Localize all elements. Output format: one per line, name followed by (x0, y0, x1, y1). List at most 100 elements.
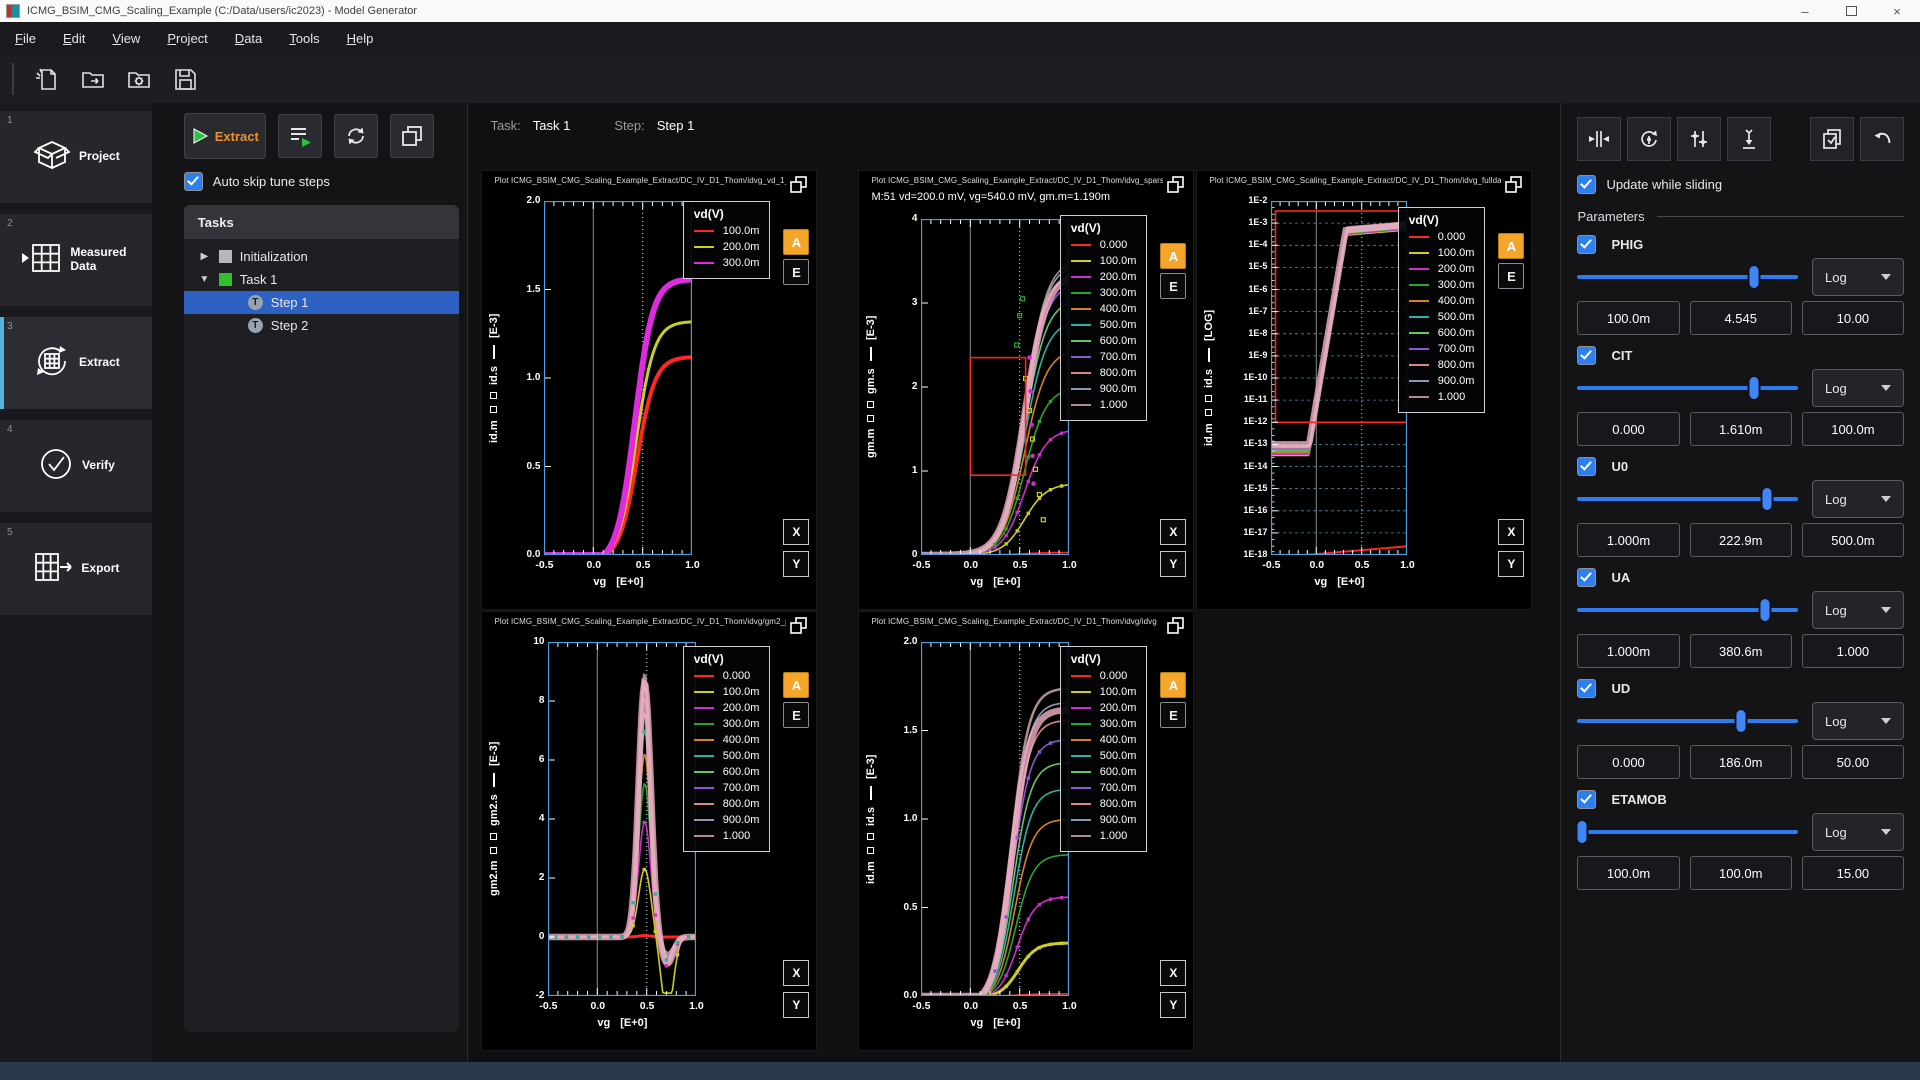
param-value-field[interactable]: 4.545 (1690, 301, 1792, 335)
open-project-button[interactable] (76, 62, 110, 96)
expand-plot-button[interactable] (1166, 175, 1188, 197)
edit-scale-button[interactable]: E (783, 259, 809, 285)
param-slider-ud[interactable] (1577, 708, 1798, 734)
param-max-field[interactable]: 100.0m (1802, 412, 1904, 446)
y-axis-button[interactable]: Y (783, 551, 809, 577)
auto-skip-row[interactable]: Auto skip tune steps (184, 172, 460, 191)
log-scale-select[interactable]: Log (1812, 480, 1904, 518)
slider-handle[interactable] (1758, 597, 1771, 623)
tree-item-step-2[interactable]: TStep 2 (184, 314, 460, 337)
expand-plot-button[interactable] (1166, 616, 1188, 638)
param-max-field[interactable]: 1.000 (1802, 634, 1904, 668)
log-scale-select[interactable]: Log (1812, 813, 1904, 851)
auto-scale-button[interactable]: A (1498, 233, 1524, 259)
sidebar-item-extract[interactable]: 3Extract (0, 317, 152, 409)
y-axis-button[interactable]: Y (1160, 992, 1186, 1018)
slider-handle[interactable] (1575, 819, 1588, 845)
x-axis-button[interactable]: X (1160, 519, 1186, 545)
slider-handle[interactable] (1747, 264, 1760, 290)
update-while-sliding-checkbox[interactable] (1577, 175, 1596, 194)
tree-item-step-1[interactable]: TStep 1 (184, 291, 460, 314)
project-settings-button[interactable] (122, 62, 156, 96)
edit-scale-button[interactable]: E (1160, 273, 1186, 299)
param-checkbox-u0[interactable] (1577, 457, 1596, 476)
new-file-button[interactable] (30, 62, 64, 96)
auto-scale-button[interactable]: A (783, 229, 809, 255)
slider-handle[interactable] (1761, 486, 1774, 512)
y-axis-button[interactable]: Y (1160, 551, 1186, 577)
sidebar-item-export[interactable]: 5Export (0, 523, 152, 615)
param-max-field[interactable]: 50.00 (1802, 745, 1904, 779)
param-value-field[interactable]: 222.9m (1690, 523, 1792, 557)
y-axis-button[interactable]: Y (783, 992, 809, 1018)
plot-canvas[interactable] (1271, 201, 1407, 555)
y-axis-button[interactable]: Y (1498, 551, 1524, 577)
param-min-field[interactable]: 100.0m (1577, 301, 1679, 335)
param-min-field[interactable]: 0.000 (1577, 412, 1679, 446)
fit-sliders-button[interactable] (1577, 117, 1621, 161)
tree-item-task-1[interactable]: ▼Task 1 (184, 268, 460, 291)
slider-handle[interactable] (1734, 708, 1747, 734)
log-scale-select[interactable]: Log (1812, 258, 1904, 296)
expand-plot-button[interactable] (789, 175, 811, 197)
param-slider-ua[interactable] (1577, 597, 1798, 623)
menu-help[interactable]: Help (347, 31, 374, 46)
param-checkbox-phig[interactable] (1577, 235, 1596, 254)
param-value-field[interactable]: 186.0m (1690, 745, 1792, 779)
x-axis-button[interactable]: X (1498, 519, 1524, 545)
minimize-button[interactable]: – (1782, 0, 1828, 22)
param-checkbox-cit[interactable] (1577, 346, 1596, 365)
run-selected-button[interactable] (278, 114, 322, 158)
auto-scale-button[interactable]: A (1160, 672, 1186, 698)
x-axis-button[interactable]: X (783, 519, 809, 545)
param-max-field[interactable]: 15.00 (1802, 856, 1904, 890)
log-scale-select[interactable]: Log (1812, 591, 1904, 629)
menu-project[interactable]: Project (167, 31, 207, 46)
param-slider-u0[interactable] (1577, 486, 1798, 512)
plot-canvas[interactable] (544, 201, 692, 555)
extract-button[interactable]: Extract (184, 113, 266, 159)
plot-canvas[interactable] (921, 219, 1069, 555)
edit-scale-button[interactable]: E (1160, 702, 1186, 728)
pin-sliders-button[interactable] (1727, 117, 1771, 161)
edit-scale-button[interactable]: E (783, 702, 809, 728)
param-min-field[interactable]: 1.000m (1577, 523, 1679, 557)
menu-view[interactable]: View (112, 31, 140, 46)
param-value-field[interactable]: 1.610m (1690, 412, 1792, 446)
save-button[interactable] (168, 62, 202, 96)
param-max-field[interactable]: 500.0m (1802, 523, 1904, 557)
chevron-down-icon[interactable]: ▼ (198, 274, 211, 285)
log-scale-select[interactable]: Log (1812, 369, 1904, 407)
menu-data[interactable]: Data (235, 31, 262, 46)
param-min-field[interactable]: 1.000m (1577, 634, 1679, 668)
close-button[interactable]: × (1874, 0, 1920, 22)
expand-plot-button[interactable] (1504, 175, 1526, 197)
menu-file[interactable]: File (15, 31, 36, 46)
auto-scale-button[interactable]: A (783, 672, 809, 698)
x-axis-button[interactable]: X (783, 960, 809, 986)
param-checkbox-ua[interactable] (1577, 568, 1596, 587)
slider-handle[interactable] (1747, 375, 1760, 401)
auto-skip-checkbox[interactable] (184, 172, 203, 191)
sidebar-item-measured-data[interactable]: 2Measured Data (0, 214, 152, 306)
log-scale-select[interactable]: Log (1812, 702, 1904, 740)
tree-item-initialization[interactable]: ▶Initialization (184, 245, 460, 268)
edit-scale-button[interactable]: E (1498, 263, 1524, 289)
param-slider-phig[interactable] (1577, 264, 1798, 290)
chevron-right-icon[interactable]: ▶ (198, 251, 211, 262)
undo-button[interactable] (1860, 117, 1904, 161)
param-checkbox-etamob[interactable] (1577, 790, 1596, 809)
param-max-field[interactable]: 10.00 (1802, 301, 1904, 335)
menu-tools[interactable]: Tools (289, 31, 319, 46)
param-slider-cit[interactable] (1577, 375, 1798, 401)
param-min-field[interactable]: 0.000 (1577, 745, 1679, 779)
duplicate-button[interactable] (390, 114, 434, 158)
sidebar-item-verify[interactable]: 4Verify (0, 420, 152, 512)
x-axis-button[interactable]: X (1160, 960, 1186, 986)
maximize-button[interactable] (1828, 0, 1874, 22)
param-value-field[interactable]: 100.0m (1690, 856, 1792, 890)
auto-scale-button[interactable]: A (1160, 243, 1186, 269)
param-value-field[interactable]: 380.6m (1690, 634, 1792, 668)
tune-sliders-button[interactable] (1677, 117, 1721, 161)
copy-plots-button[interactable] (1810, 117, 1854, 161)
